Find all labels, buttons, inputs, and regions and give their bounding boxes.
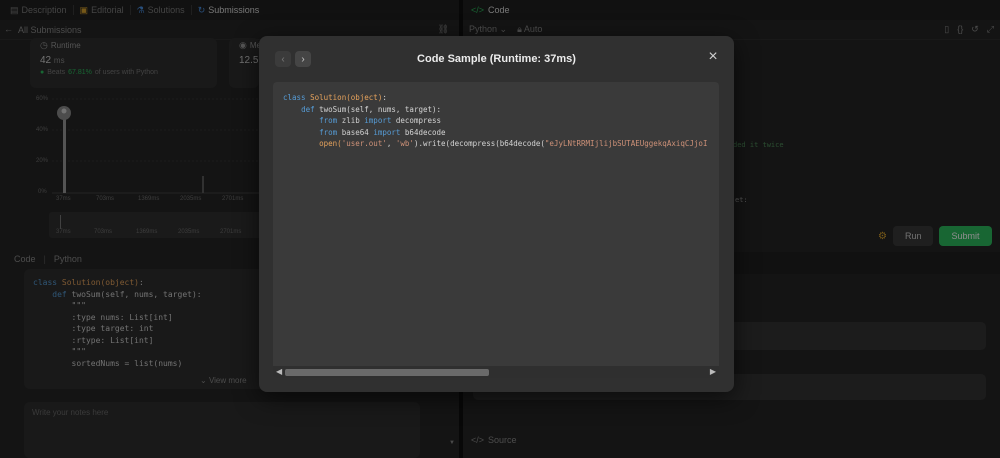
scrollbar-thumb[interactable] <box>285 369 489 376</box>
modal-title: Code Sample (Runtime: 37ms) <box>417 53 576 65</box>
modal-code: class Solution(object): def twoSum(self,… <box>283 92 707 150</box>
close-icon[interactable]: × <box>706 49 720 65</box>
app: ▤ Description ▣ Editorial ⚗ Solutions ↻ … <box>0 0 1000 458</box>
horizontal-scrollbar[interactable]: ◀ ▶ <box>273 366 719 378</box>
code-line: from zlib import decompress <box>319 116 442 125</box>
modal-code-block[interactable]: class Solution(object): def twoSum(self,… <box>273 82 719 378</box>
scroll-left-arrow-icon[interactable]: ◀ <box>276 367 282 376</box>
scroll-right-arrow-icon[interactable]: ▶ <box>710 367 716 376</box>
code-sample-modal: ‹ › Code Sample (Runtime: 37ms) × class … <box>259 36 734 392</box>
code-line: from base64 import b64decode <box>319 127 446 137</box>
code-line: def twoSum(self, nums, target): <box>301 104 442 114</box>
code-line: open('user.out', 'wb').write(decompress(… <box>319 139 708 148</box>
code-line: class Solution(object): <box>283 93 387 102</box>
